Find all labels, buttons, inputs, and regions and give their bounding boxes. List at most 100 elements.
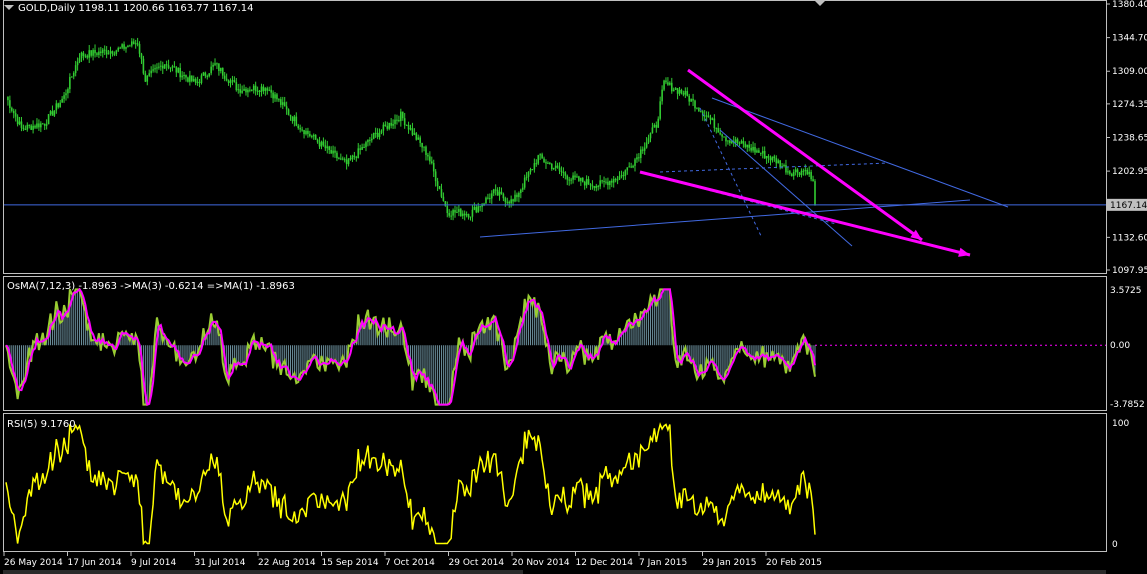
candle-body bbox=[51, 111, 54, 116]
candle-body bbox=[208, 73, 211, 77]
candle-body bbox=[680, 89, 683, 94]
candle-body bbox=[765, 156, 768, 159]
candle-body bbox=[233, 80, 236, 83]
candle-body bbox=[390, 122, 392, 126]
candle-body bbox=[264, 88, 267, 92]
candle-body bbox=[396, 119, 398, 121]
candle-body bbox=[427, 154, 429, 157]
candle-body bbox=[810, 171, 812, 180]
time-label: 7 Oct 2014 bbox=[385, 558, 435, 568]
candle-body bbox=[649, 133, 652, 139]
candle-body bbox=[103, 49, 106, 51]
candle-body bbox=[473, 207, 476, 210]
candle-body bbox=[458, 209, 460, 212]
candle-body bbox=[560, 170, 563, 173]
rsi-axis-label: 100 bbox=[1112, 419, 1129, 429]
candle-body bbox=[305, 130, 307, 135]
candle-body bbox=[281, 102, 284, 105]
candle-body bbox=[121, 44, 123, 48]
candle-body bbox=[556, 165, 559, 168]
candle-body bbox=[295, 116, 298, 126]
candle-body bbox=[527, 171, 530, 177]
candle-body bbox=[148, 73, 151, 76]
candle-body bbox=[76, 61, 79, 66]
candle-body bbox=[624, 170, 627, 176]
candle-body bbox=[301, 129, 303, 131]
candle-body bbox=[502, 193, 505, 199]
candle-body bbox=[160, 65, 162, 67]
candle-body bbox=[425, 146, 427, 155]
candle-body bbox=[125, 47, 127, 49]
candle-body bbox=[316, 139, 319, 143]
candle-body bbox=[804, 169, 807, 172]
candle-body bbox=[270, 89, 272, 93]
candle-body bbox=[40, 123, 42, 128]
candle-body bbox=[645, 142, 648, 148]
candle-body bbox=[461, 213, 464, 217]
candle-body bbox=[330, 150, 332, 154]
candle-body bbox=[634, 159, 636, 166]
chart-window[interactable]: 1380.40 1344.70 1309.00 1274.35 1238.65 1202.… bbox=[0, 0, 1147, 574]
candle-body bbox=[423, 146, 425, 148]
candle-body bbox=[783, 164, 785, 166]
candle-body bbox=[448, 212, 451, 216]
candle-body bbox=[289, 114, 292, 117]
candle-body bbox=[758, 150, 760, 153]
candle-body bbox=[345, 159, 348, 165]
time-label: 7 Jan 2015 bbox=[639, 558, 687, 568]
time-label: 17 Jun 2014 bbox=[68, 558, 122, 568]
candle-body bbox=[552, 168, 555, 170]
horizontal-scrollbar-thumb[interactable] bbox=[600, 570, 1106, 574]
candle-body bbox=[574, 175, 576, 178]
candle-body bbox=[59, 102, 61, 108]
rsi-title: RSI(5) 9.1760 bbox=[7, 419, 76, 430]
candle-body bbox=[340, 158, 342, 160]
time-label: 12 Dec 2014 bbox=[576, 558, 634, 568]
candle-body bbox=[384, 124, 387, 126]
candle-body bbox=[90, 50, 92, 56]
candle-body bbox=[156, 67, 158, 69]
candle-body bbox=[415, 133, 418, 140]
osma-axis-label: 3.5725 bbox=[1110, 286, 1142, 296]
candle-body bbox=[200, 75, 203, 83]
candle-body bbox=[72, 73, 75, 77]
price-label: 1132.60 bbox=[1112, 233, 1147, 243]
candle-body bbox=[585, 179, 588, 186]
candle-body bbox=[436, 181, 439, 187]
candle-body bbox=[682, 93, 685, 95]
candle-body bbox=[293, 116, 296, 122]
candle-body bbox=[280, 99, 282, 105]
candle-body bbox=[626, 167, 629, 171]
candle-body bbox=[359, 148, 361, 150]
candle-body bbox=[510, 199, 512, 204]
candle-body bbox=[779, 160, 781, 168]
candle-body bbox=[171, 66, 174, 68]
candle-body bbox=[607, 181, 609, 186]
candle-body bbox=[763, 151, 766, 159]
candle-body bbox=[43, 123, 46, 126]
candle-body bbox=[111, 51, 114, 54]
candle-body bbox=[576, 176, 578, 178]
horizontal-scrollbar[interactable] bbox=[3, 570, 523, 574]
candle-body bbox=[469, 216, 472, 218]
candle-body bbox=[380, 130, 383, 133]
candle-body bbox=[721, 134, 723, 137]
candle-body bbox=[605, 181, 607, 183]
candle-body bbox=[223, 75, 226, 79]
candle-body bbox=[547, 162, 549, 164]
time-label: 20 Nov 2014 bbox=[512, 558, 570, 568]
candle-body bbox=[351, 155, 354, 160]
candle-body bbox=[407, 124, 410, 130]
candle-body bbox=[694, 100, 696, 109]
candle-body bbox=[297, 125, 300, 129]
candle-body bbox=[16, 116, 19, 125]
candle-body bbox=[367, 139, 369, 143]
candle-body bbox=[591, 185, 594, 187]
candle-body bbox=[250, 89, 253, 91]
price-label: 1202.95 bbox=[1112, 167, 1147, 177]
candle-body bbox=[115, 50, 118, 54]
candle-body bbox=[74, 65, 77, 74]
candle-body bbox=[632, 165, 634, 168]
candle-body bbox=[183, 74, 185, 76]
candle-body bbox=[614, 179, 617, 181]
